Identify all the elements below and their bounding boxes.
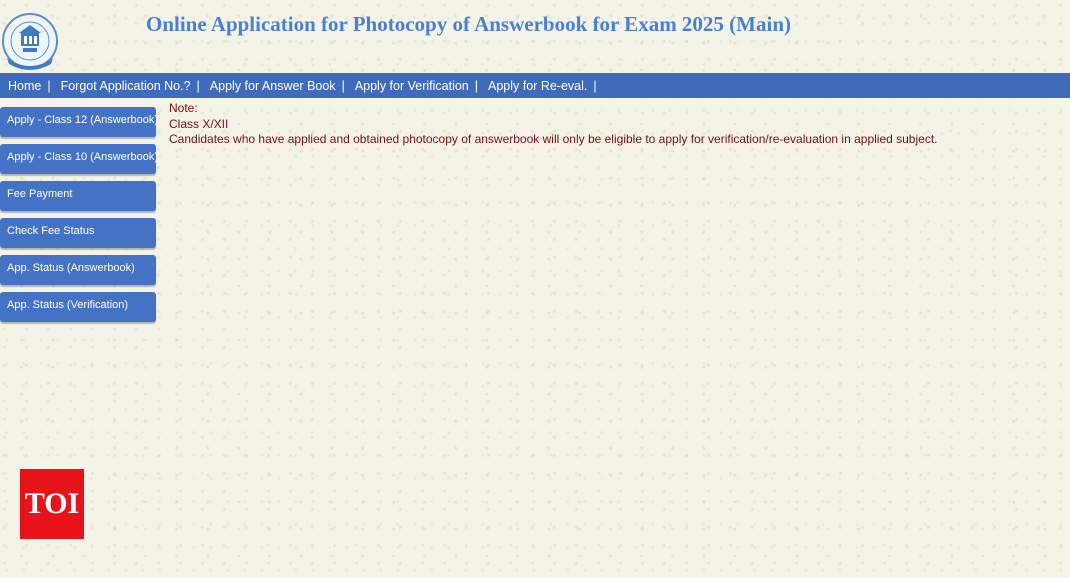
page-title: Online Application for Photocopy of Answ…: [146, 12, 792, 36]
nav-apply-re-eval[interactable]: Apply for Re-eval.: [488, 79, 587, 93]
apply-class-12-button[interactable]: Apply - Class 12 (Answerbook): [0, 107, 158, 137]
nav-home[interactable]: Home: [8, 79, 41, 93]
check-fee-status-button[interactable]: Check Fee Status: [0, 218, 156, 248]
top-navbar: Home | Forgot Application No.? | Apply f…: [0, 73, 1070, 98]
note-heading: Note:: [169, 101, 198, 115]
nav-separator: |: [474, 78, 479, 93]
nav-forgot-application-no[interactable]: Forgot Application No.?: [61, 79, 191, 93]
nav-apply-answer-book[interactable]: Apply for Answer Book: [210, 79, 336, 93]
cbse-emblem-icon: [2, 13, 58, 70]
note-class-line: Class X/XII: [169, 116, 229, 131]
nav-separator: |: [47, 78, 51, 93]
note-eligibility-text: Candidates who have applied and obtained…: [169, 132, 938, 146]
nav-apply-verification[interactable]: Apply for Verification: [355, 79, 469, 93]
app-status-answerbook-button[interactable]: App. Status (Answerbook): [0, 255, 156, 285]
sidebar: Apply - Class 12 (Answerbook) Apply - Cl…: [0, 107, 158, 329]
nav-separator: |: [593, 78, 597, 93]
page-header: Online Application for Photocopy of Answ…: [0, 0, 1070, 73]
notes-section: Note: Class X/XII Candidates who have ap…: [169, 101, 938, 148]
app-status-verification-button[interactable]: App. Status (Verification): [0, 292, 156, 322]
apply-class-10-button[interactable]: Apply - Class 10 (Answerbook): [0, 144, 158, 174]
nav-separator: |: [196, 78, 200, 93]
fee-payment-button[interactable]: Fee Payment: [0, 181, 156, 211]
nav-separator: |: [341, 78, 345, 93]
toi-watermark-logo: TOI: [20, 469, 84, 539]
